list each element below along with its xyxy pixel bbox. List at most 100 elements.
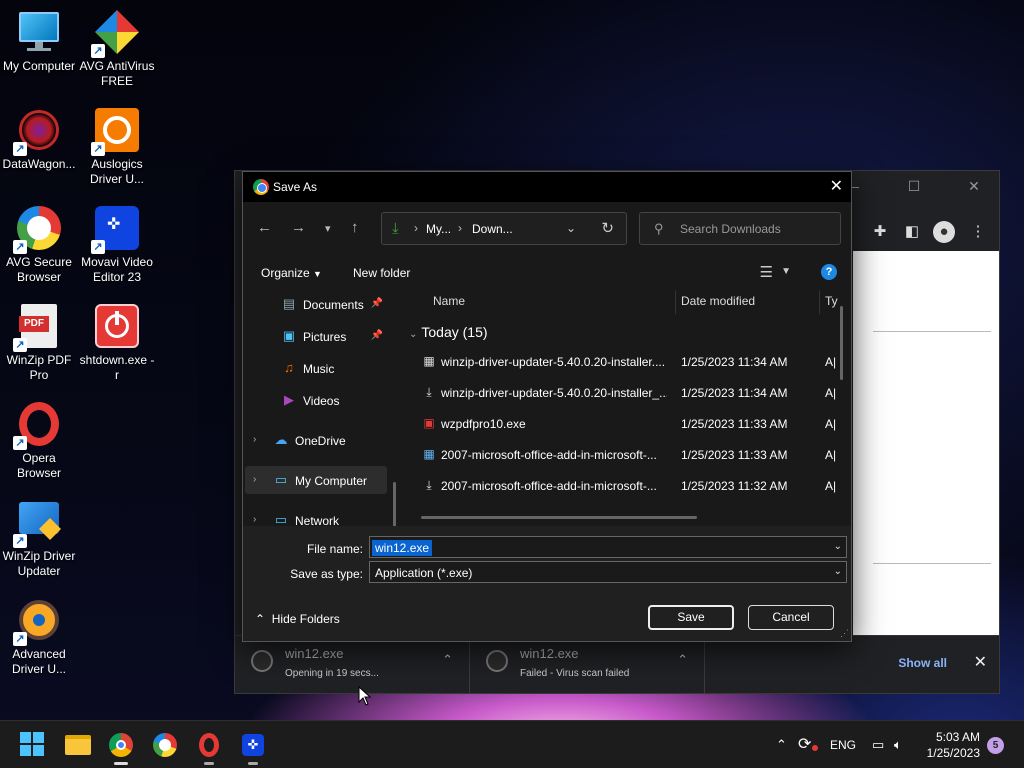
hide-folders-button[interactable]: ⌃ Hide Folders [255, 612, 340, 626]
save-as-type-select[interactable]: Application (*.exe) ⌄ [369, 561, 847, 583]
up-icon[interactable]: ↑ [351, 219, 359, 236]
desktop-icon-auslogics[interactable]: ↗ Auslogics Driver U... [78, 106, 156, 187]
close-icon[interactable]: ✕ [830, 176, 843, 196]
desktop-icon-label: shtdown.exe -r [79, 353, 155, 382]
chevron-right-icon[interactable]: › [253, 434, 256, 445]
group-header[interactable]: ⌄ Today (15) [409, 324, 488, 340]
save-options: File name: win12.exe ⌄ Save as type: App… [243, 526, 851, 641]
resize-grip-icon[interactable]: ⋰ [840, 628, 849, 639]
opera-taskbar-button[interactable] [195, 731, 223, 765]
nav-label: Documents [303, 298, 364, 312]
chevron-up-icon[interactable]: ⌃ [677, 652, 688, 668]
desktop-icon-shtdown[interactable]: shtdown.exe -r [78, 302, 156, 383]
navigation-bar: ← → ▾ ↑ ⤓ › My... › Down... ⌄ ↻ ⚲ Search… [243, 202, 851, 254]
column-divider[interactable] [675, 290, 676, 314]
save-button[interactable]: Save [648, 605, 734, 630]
maximize-icon[interactable]: ☐ [891, 175, 937, 197]
installer-icon: ▦ [423, 354, 435, 368]
recent-locations-icon[interactable]: ▾ [325, 222, 331, 235]
breadcrumb-1[interactable]: My... [426, 222, 451, 236]
chevron-down-icon[interactable]: ⌄ [834, 541, 842, 552]
nav-item-pictures[interactable]: ▣ Pictures 📌 [245, 322, 387, 350]
nav-item-onedrive[interactable]: › ☁ OneDrive [245, 426, 387, 454]
file-date: 1/25/2023 11:33 AM [681, 448, 788, 462]
chevron-right-icon[interactable]: › [253, 474, 256, 485]
scrollbar[interactable] [840, 306, 843, 380]
file-name-field[interactable]: win12.exe ⌄ [369, 536, 847, 558]
chevron-up-icon[interactable]: ⌃ [442, 652, 453, 668]
desktop-icon-my-computer[interactable]: My Computer [0, 8, 78, 74]
download-item[interactable]: win12.exe Failed - Virus scan failed ⌃ [470, 636, 705, 694]
file-row[interactable]: ▣ wzpdfpro10.exe 1/25/2023 11:33 AM A| [403, 408, 843, 439]
cancel-button[interactable]: Cancel [748, 605, 834, 630]
nav-item-my-computer[interactable]: › ▭ My Computer [245, 466, 387, 494]
notification-badge[interactable]: 5 [987, 737, 1004, 754]
desktop-icon-winzip-driver-updater[interactable]: ↗ WinZip Driver Updater [0, 498, 78, 579]
desktop-icon-advanced-driver-updater[interactable]: ↗ Advanced Driver U... [0, 596, 78, 677]
file-row[interactable]: ⤓ winzip-driver-updater-5.40.0.20-instal… [403, 377, 843, 408]
extensions-icon[interactable]: ✚ [869, 221, 891, 243]
column-header-type[interactable]: Ty [825, 294, 838, 322]
clock[interactable]: 5:03 AM 1/25/2023 [927, 729, 980, 761]
file-name: 2007-microsoft-office-add-in-microsoft-.… [441, 448, 657, 462]
address-bar[interactable]: ⤓ › My... › Down... ⌄ ↻ [381, 212, 627, 245]
onedrive-icon: ☁ [274, 432, 288, 447]
desktop-icon-avg-antivirus[interactable]: ↗ AVG AntiVirus FREE [78, 8, 156, 89]
close-icon[interactable]: ✕ [951, 175, 997, 197]
start-button[interactable] [19, 731, 47, 759]
file-explorer-button[interactable] [63, 731, 91, 759]
chevron-down-icon[interactable]: ▼ [781, 266, 791, 277]
chrome-taskbar-button[interactable] [107, 731, 135, 765]
view-options-icon[interactable]: ☰ [760, 263, 773, 281]
chevron-up-icon[interactable]: ⌃ [776, 737, 787, 753]
file-row[interactable]: ⤓ 2007-microsoft-office-add-in-microsoft… [403, 470, 843, 501]
sync-icon[interactable]: ⟳ [798, 734, 811, 754]
search-icon: ⚲ [654, 221, 664, 236]
organize-button[interactable]: Organize ▼ [261, 266, 322, 280]
help-icon[interactable]: ? [821, 264, 837, 280]
nav-item-documents[interactable]: ▤ Documents 📌 [245, 290, 387, 318]
menu-icon[interactable]: ⋮ [967, 221, 989, 243]
file-date: 1/25/2023 11:32 AM [681, 479, 788, 493]
nav-item-network[interactable]: › ▭ Network [245, 506, 387, 526]
download-item[interactable]: win12.exe Opening in 19 secs... ⌃ [235, 636, 470, 694]
new-folder-button[interactable]: New folder [353, 266, 410, 280]
download-name: win12.exe [285, 646, 344, 661]
chrome-icon [253, 179, 269, 195]
file-date: 1/25/2023 11:33 AM [681, 417, 788, 431]
back-icon[interactable]: ← [257, 219, 272, 236]
desktop-icon-datawagon[interactable]: ↗ DataWagon... [0, 106, 78, 172]
column-header-name[interactable]: Name [433, 294, 465, 322]
desktop-icon-avg-secure-browser[interactable]: ↗ AVG Secure Browser [0, 204, 78, 285]
movavi-taskbar-button[interactable]: ✜ [239, 731, 267, 765]
refresh-icon[interactable]: ↻ [601, 219, 614, 237]
file-row[interactable]: ▦ winzip-driver-updater-5.40.0.20-instal… [403, 346, 843, 377]
desktop-icon-opera[interactable]: ↗ Opera Browser [0, 400, 78, 481]
scrollbar[interactable] [393, 482, 396, 526]
advanced-driver-updater-icon: ↗ [13, 596, 63, 646]
forward-icon[interactable]: → [291, 219, 306, 236]
chevron-right-icon[interactable]: › [253, 514, 256, 525]
chevron-down-icon[interactable]: ⌄ [566, 221, 576, 235]
column-header-date[interactable]: Date modified [681, 294, 755, 322]
save-as-dialog: Save As ✕ ← → ▾ ↑ ⤓ › My... › Down... ⌄ … [242, 171, 852, 642]
desktop-icon-winzip-pdf[interactable]: PDF ↗ WinZip PDF Pro [0, 302, 78, 383]
volume-icon[interactable]: 🔈︎ [894, 737, 902, 753]
avg-browser-taskbar-button[interactable] [151, 731, 179, 759]
breadcrumb-2[interactable]: Down... [472, 222, 513, 236]
music-icon: ♫ [284, 360, 294, 375]
datawagon-icon: ↗ [13, 106, 63, 156]
desktop-icon-movavi[interactable]: ✜ ↗ Movavi Video Editor 23 [78, 204, 156, 285]
search-input[interactable]: ⚲ Search Downloads [639, 212, 841, 245]
nav-item-videos[interactable]: ▶ Videos [245, 386, 387, 414]
show-all-link[interactable]: Show all [898, 656, 947, 670]
file-row[interactable]: ▦ 2007-microsoft-office-add-in-microsoft… [403, 439, 843, 470]
display-icon[interactable]: ▭ [872, 737, 884, 753]
side-panel-icon[interactable]: ◧ [901, 221, 923, 243]
column-divider[interactable] [819, 290, 820, 314]
scrollbar[interactable] [421, 516, 697, 519]
close-download-bar-icon[interactable]: ✕ [974, 652, 987, 672]
profile-icon[interactable]: ● [933, 221, 955, 243]
language-indicator[interactable]: ENG [830, 738, 856, 752]
nav-item-music[interactable]: ♫ Music [245, 354, 387, 382]
